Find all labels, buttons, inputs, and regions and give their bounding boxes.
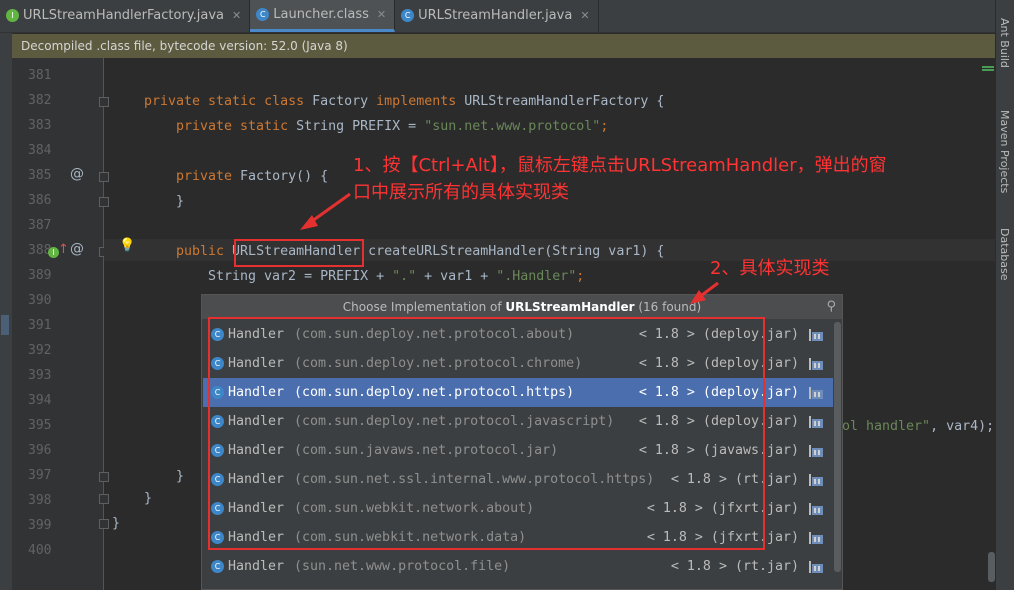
annotation-arrows xyxy=(300,192,719,304)
annotation-step2: 2、具体实现类 xyxy=(710,258,830,279)
annotation-step1-line2: 口中展示所有的具体实现类 xyxy=(353,182,569,203)
annotation-step1-line1: 1、按【Ctrl+Alt】，鼠标左键点击URLStreamHandler，弹出的… xyxy=(353,155,887,176)
